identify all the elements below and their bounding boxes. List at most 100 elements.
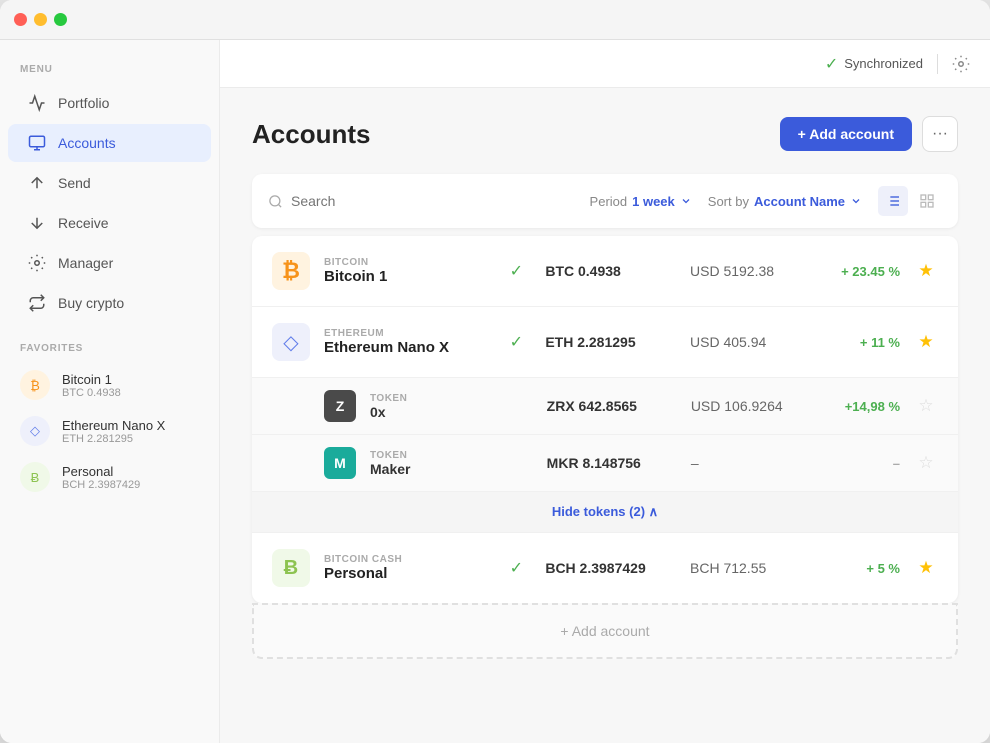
titlebar: [0, 0, 990, 40]
manager-icon: [28, 254, 46, 272]
0x-usd: USD 106.9264: [691, 398, 799, 414]
ethereum-balance: ETH 2.281295: [545, 334, 676, 350]
page-header: Accounts + Add account ···: [252, 116, 958, 152]
settings-button[interactable]: [952, 55, 970, 73]
hide-tokens-button[interactable]: Hide tokens (2) ∧: [252, 492, 958, 533]
sidebar-label-receive: Receive: [58, 215, 109, 231]
maker-usd: –: [691, 455, 799, 471]
personal-type: BITCOIN CASH: [324, 554, 487, 565]
account-row-bitcoin1[interactable]: ₿ BITCOIN Bitcoin 1 ✓ BTC 0.4938 USD 519…: [252, 236, 958, 307]
bitcoin1-change: + 23.45 %: [813, 264, 900, 279]
token-row-maker[interactable]: M TOKEN Maker MKR 8.148756 – – ☆: [252, 435, 958, 492]
sort-label: Sort by: [708, 194, 749, 209]
portfolio-icon: [28, 94, 46, 112]
period-selector: Period 1 week: [590, 194, 692, 209]
fav-amount-bitcoin1: BTC 0.4938: [62, 387, 121, 399]
sidebar-item-accounts[interactable]: Accounts: [8, 124, 211, 162]
0x-star[interactable]: ☆: [914, 396, 938, 416]
account-row-ethereum[interactable]: ◇ ETHEREUM Ethereum Nano X ✓ ETH 2.28129…: [252, 307, 958, 378]
more-options-button[interactable]: ···: [922, 116, 958, 152]
ethereum-change: + 11 %: [813, 335, 900, 350]
grid-view-button[interactable]: [912, 186, 942, 216]
0x-name: 0x: [370, 404, 533, 420]
bitcoin1-name: Bitcoin 1: [324, 268, 487, 285]
sidebar-fav-personal[interactable]: Ƀ Personal BCH 2.3987429: [0, 454, 219, 500]
personal-change: + 5 %: [813, 561, 900, 576]
bitcoin1-star[interactable]: ★: [914, 261, 938, 281]
fav-icon-bitcoin1: ₿: [20, 370, 50, 400]
maker-type: TOKEN: [370, 450, 533, 461]
ethereum-usd: USD 405.94: [690, 334, 799, 350]
topbar: ✓ Synchronized: [220, 40, 990, 88]
sidebar-label-portfolio: Portfolio: [58, 95, 109, 111]
maker-change: –: [813, 456, 900, 471]
sidebar-item-portfolio[interactable]: Portfolio: [8, 84, 211, 122]
maker-balance: MKR 8.148756: [547, 455, 677, 471]
fav-icon-ethereum: ◇: [20, 416, 50, 446]
sidebar-fav-ethereum[interactable]: ◇ Ethereum Nano X ETH 2.281295: [0, 408, 219, 454]
accounts-list: ₿ BITCOIN Bitcoin 1 ✓ BTC 0.4938 USD 519…: [252, 236, 958, 603]
sort-chevron-icon: [850, 195, 862, 207]
token-row-0x[interactable]: Z TOKEN 0x ZRX 642.8565 USD 106.9264 +14…: [252, 378, 958, 435]
bitcoin1-icon: ₿: [272, 252, 310, 290]
bitcoin1-usd: USD 5192.38: [690, 263, 799, 279]
search-input[interactable]: [291, 193, 576, 209]
minimize-button[interactable]: [34, 13, 47, 26]
sidebar-item-send[interactable]: Send: [8, 164, 211, 202]
sidebar-label-send: Send: [58, 175, 91, 191]
sidebar-label-manager: Manager: [58, 255, 113, 271]
app-window: MENU Portfolio Accounts Send: [0, 0, 990, 743]
ethereum-star[interactable]: ★: [914, 332, 938, 352]
add-account-button[interactable]: + Add account: [780, 117, 912, 151]
period-chevron-icon: [680, 195, 692, 207]
page-title: Accounts: [252, 119, 370, 150]
fav-icon-personal: Ƀ: [20, 462, 50, 492]
list-view-button[interactable]: [878, 186, 908, 216]
receive-icon: [28, 214, 46, 232]
accounts-icon: [28, 134, 46, 152]
ethereum-icon: ◇: [272, 323, 310, 361]
ethereum-check: ✓: [501, 332, 531, 352]
bitcoin1-info: BITCOIN Bitcoin 1: [324, 257, 487, 285]
period-value[interactable]: 1 week: [632, 194, 675, 209]
topbar-divider: [937, 54, 938, 74]
traffic-lights: [14, 13, 67, 26]
search-icon: [268, 194, 283, 209]
add-account-row-label: + Add account: [560, 623, 649, 639]
sidebar-item-receive[interactable]: Receive: [8, 204, 211, 242]
0x-type: TOKEN: [370, 393, 533, 404]
buy-crypto-icon: [28, 294, 46, 312]
favorites-section-label: FAVORITES: [0, 343, 219, 354]
fav-name-personal: Personal: [62, 464, 140, 479]
0x-change: +14,98 %: [813, 399, 900, 414]
fav-name-ethereum: Ethereum Nano X: [62, 418, 165, 433]
send-icon: [28, 174, 46, 192]
menu-section-label: MENU: [0, 64, 219, 75]
maximize-button[interactable]: [54, 13, 67, 26]
sidebar: MENU Portfolio Accounts Send: [0, 40, 220, 743]
sidebar-item-buy-crypto[interactable]: Buy crypto: [8, 284, 211, 322]
ethereum-type: ETHEREUM: [324, 328, 487, 339]
sort-value[interactable]: Account Name: [754, 194, 845, 209]
bitcoin1-type: BITCOIN: [324, 257, 487, 268]
add-account-label: + Add account: [798, 126, 894, 142]
account-row-personal[interactable]: Ƀ BITCOIN CASH Personal ✓ BCH 2.3987429 …: [252, 533, 958, 603]
header-actions: + Add account ···: [780, 116, 958, 152]
personal-info: BITCOIN CASH Personal: [324, 554, 487, 582]
add-account-row[interactable]: + Add account: [252, 603, 958, 659]
maker-star[interactable]: ☆: [914, 453, 938, 473]
personal-check: ✓: [501, 558, 531, 578]
search-box: [268, 193, 576, 209]
0x-info: TOKEN 0x: [370, 393, 533, 420]
close-button[interactable]: [14, 13, 27, 26]
app-body: MENU Portfolio Accounts Send: [0, 40, 990, 743]
sort-selector: Sort by Account Name: [708, 194, 862, 209]
sidebar-fav-bitcoin1[interactable]: ₿ Bitcoin 1 BTC 0.4938: [0, 362, 219, 408]
sync-status: ✓ Synchronized: [825, 54, 923, 74]
maker-name: Maker: [370, 461, 533, 477]
maker-icon: M: [324, 447, 356, 479]
personal-star[interactable]: ★: [914, 558, 938, 578]
sidebar-item-manager[interactable]: Manager: [8, 244, 211, 282]
fav-amount-personal: BCH 2.3987429: [62, 479, 140, 491]
bitcoin1-balance: BTC 0.4938: [545, 263, 676, 279]
